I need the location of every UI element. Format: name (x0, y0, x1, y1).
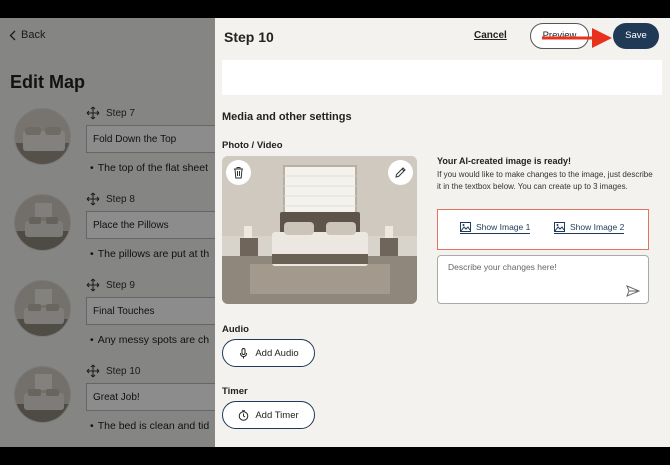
add-audio-label: Add Audio (255, 347, 299, 359)
add-timer-button[interactable]: Add Timer (222, 401, 315, 429)
photo-video-label: Photo / Video (222, 140, 283, 151)
add-timer-label: Add Timer (255, 409, 299, 421)
ai-ready-description: If you would like to make changes to the… (437, 170, 653, 191)
trash-icon (234, 167, 243, 179)
image-icon (554, 222, 565, 232)
timer-icon (239, 409, 249, 421)
add-audio-button[interactable]: Add Audio (222, 339, 315, 367)
show-image-2-button[interactable]: Show Image 2 (554, 222, 625, 234)
media-section-title: Media and other settings (222, 111, 352, 123)
save-button[interactable]: Save (613, 23, 659, 49)
previous-field-box[interactable] (222, 60, 662, 95)
step-edit-panel: Step 10 Cancel Preview Save Media and ot… (215, 18, 670, 447)
edit-image-button[interactable] (388, 160, 413, 185)
timer-label: Timer (222, 386, 248, 397)
show-image-highlight: Show Image 1 Show Image 2 (437, 209, 649, 250)
show-image-1-button[interactable]: Show Image 1 (460, 222, 531, 234)
describe-changes-placeholder: Describe your changes here! (448, 262, 557, 272)
cancel-button[interactable]: Cancel (474, 30, 507, 41)
show-image-1-label: Show Image 1 (476, 222, 531, 232)
red-arrow-annotation (542, 28, 612, 48)
image-icon (460, 222, 471, 232)
show-image-2-label: Show Image 2 (570, 222, 625, 232)
panel-title: Step 10 (224, 29, 274, 45)
describe-changes-input[interactable]: Describe your changes here! (437, 255, 649, 304)
delete-image-button[interactable] (226, 160, 251, 185)
screen: Back Edit Map Step 7 Fold Down the Top T… (0, 18, 670, 447)
pencil-icon (395, 167, 406, 178)
audio-label: Audio (222, 324, 249, 335)
ai-ready-title: Your AI-created image is ready! (437, 156, 572, 166)
step-photo[interactable] (222, 156, 417, 304)
microphone-icon (240, 347, 248, 358)
modal-overlay[interactable] (0, 18, 215, 447)
send-icon[interactable] (626, 285, 640, 297)
